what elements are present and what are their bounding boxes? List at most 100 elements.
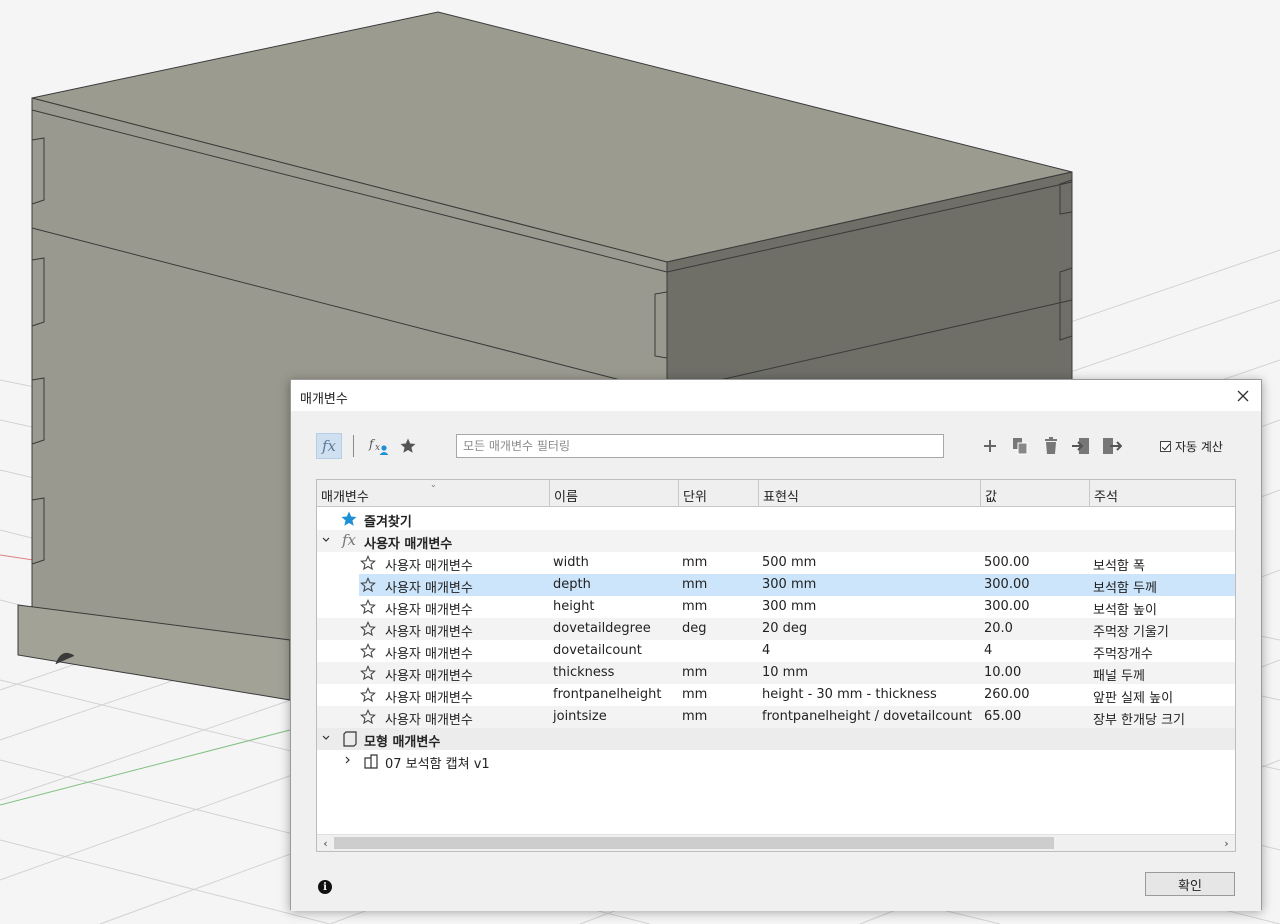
cell-unit[interactable]: mm bbox=[682, 709, 707, 724]
auto-calc-toggle[interactable]: 자동 계산 bbox=[1160, 438, 1223, 455]
favorite-star-outline-icon[interactable] bbox=[360, 665, 376, 681]
cell-expression[interactable]: 20 deg bbox=[762, 621, 807, 636]
cell-comment[interactable]: 보석함 높이 bbox=[1093, 599, 1157, 618]
export-icon bbox=[1103, 438, 1122, 454]
scrollbar-thumb[interactable] bbox=[334, 837, 1054, 849]
column-header-expression[interactable]: 표현식 bbox=[759, 480, 981, 507]
horizontal-scrollbar[interactable]: ‹ › bbox=[317, 834, 1235, 851]
cell-name[interactable]: width bbox=[553, 555, 589, 570]
cell-value: 300.00 bbox=[984, 599, 1030, 614]
table-row[interactable]: 사용자 매개변수 jointsize mm frontpanelheight /… bbox=[317, 706, 1235, 728]
copy-parameter-button[interactable] bbox=[1009, 435, 1031, 457]
cell-unit[interactable]: mm bbox=[682, 687, 707, 702]
cell-comment[interactable]: 보석함 두께 bbox=[1093, 577, 1157, 596]
cell-type: 사용자 매개변수 bbox=[385, 713, 473, 728]
scroll-right-icon[interactable]: › bbox=[1218, 835, 1235, 851]
cell-type: 사용자 매개변수 bbox=[385, 691, 473, 706]
cell-expression[interactable]: 10 mm bbox=[762, 665, 808, 680]
column-header-parameter[interactable]: 매개변수 ⌄ bbox=[317, 480, 550, 507]
cell-value: 4 bbox=[984, 643, 993, 658]
favorite-star-outline-icon[interactable] bbox=[360, 643, 376, 659]
auto-calc-checkbox[interactable] bbox=[1160, 441, 1171, 452]
cell-unit[interactable]: mm bbox=[682, 577, 707, 592]
scroll-left-icon[interactable]: ‹ bbox=[317, 835, 334, 851]
favorite-star-outline-icon[interactable] bbox=[360, 621, 376, 637]
cell-name[interactable]: depth bbox=[553, 577, 591, 592]
plus-icon bbox=[984, 440, 996, 452]
cell-comment[interactable]: 앞판 실제 높이 bbox=[1093, 687, 1173, 706]
cell-expression[interactable]: 300 mm bbox=[762, 577, 816, 592]
favorites-group-label: 즐겨찾기 bbox=[364, 515, 412, 530]
favorite-star-outline-icon[interactable] bbox=[360, 555, 376, 571]
sort-caret-icon: ⌄ bbox=[430, 480, 437, 489]
cell-expression[interactable]: 4 bbox=[762, 643, 770, 658]
table-row[interactable]: 사용자 매개변수 height mm 300 mm 300.00 보석함 높이 bbox=[317, 596, 1235, 618]
cell-comment[interactable]: 주먹장 기울기 bbox=[1093, 621, 1169, 640]
cell-name[interactable]: frontpanelheight bbox=[553, 687, 661, 702]
cell-type: 사용자 매개변수 bbox=[385, 625, 473, 640]
add-parameter-button[interactable] bbox=[979, 435, 1001, 457]
cell-comment[interactable]: 보석함 폭 bbox=[1093, 555, 1145, 574]
favorite-star-outline-icon[interactable] bbox=[360, 687, 376, 703]
favorites-filter-button[interactable] bbox=[397, 435, 419, 457]
fx-all-parameters-button[interactable]: fx bbox=[316, 433, 342, 459]
cell-name[interactable]: dovetaildegree bbox=[553, 621, 651, 636]
table-row[interactable]: 사용자 매개변수 dovetailcount 4 4 주먹장개수 bbox=[317, 640, 1235, 662]
cell-unit[interactable]: deg bbox=[682, 621, 707, 636]
cell-name[interactable]: jointsize bbox=[553, 709, 607, 724]
chevron-down-icon[interactable] bbox=[319, 532, 333, 548]
chevron-right-icon[interactable] bbox=[341, 752, 355, 768]
cell-name[interactable]: dovetailcount bbox=[553, 643, 642, 658]
column-header-comment[interactable]: 주석 bbox=[1090, 480, 1235, 507]
import-button[interactable] bbox=[1070, 435, 1092, 457]
user-params-group-label: 사용자 매개변수 bbox=[364, 537, 453, 552]
table-row[interactable]: 사용자 매개변수 thickness mm 10 mm 10.00 패널 두께 bbox=[317, 662, 1235, 684]
parameters-dialog: 매개변수 fx f x 모든 매개변수 필터링 자동 계산 매개변수 ⌄ 이름 … bbox=[290, 379, 1262, 911]
table-row-selected[interactable]: 사용자 매개변수 depth mm 300 mm 300.00 보석함 두께 bbox=[317, 574, 1235, 596]
delete-parameter-button[interactable] bbox=[1040, 435, 1062, 457]
cell-expression[interactable]: 500 mm bbox=[762, 555, 816, 570]
info-icon[interactable]: i bbox=[318, 880, 332, 894]
dialog-titlebar[interactable]: 매개변수 bbox=[291, 380, 1261, 411]
favorite-star-outline-icon[interactable] bbox=[360, 599, 376, 615]
component-icon bbox=[364, 754, 378, 769]
trash-icon bbox=[1045, 437, 1057, 454]
cell-comment[interactable]: 패널 두께 bbox=[1093, 665, 1145, 684]
cell-expression[interactable]: 300 mm bbox=[762, 599, 816, 614]
close-button[interactable] bbox=[1231, 384, 1255, 408]
cell-expression[interactable]: frontpanelheight / dovetailcount bbox=[762, 709, 972, 724]
chevron-down-icon[interactable] bbox=[319, 730, 333, 746]
cell-value: 260.00 bbox=[984, 687, 1030, 702]
import-icon bbox=[1072, 438, 1089, 454]
favorites-group-row[interactable]: 즐겨찾기 bbox=[317, 508, 1235, 530]
cell-expression[interactable]: height - 30 mm - thickness bbox=[762, 687, 937, 702]
cell-comment[interactable]: 주먹장개수 bbox=[1093, 643, 1153, 662]
export-button[interactable] bbox=[1101, 435, 1123, 457]
column-header-value[interactable]: 값 bbox=[981, 480, 1090, 507]
dialog-title: 매개변수 bbox=[300, 392, 348, 407]
cell-name[interactable]: thickness bbox=[553, 665, 614, 680]
favorites-star-icon bbox=[341, 511, 357, 526]
fx-user-parameters-button[interactable]: f x bbox=[367, 435, 391, 457]
table-row[interactable]: 사용자 매개변수 width mm 500 mm 500.00 보석함 폭 bbox=[317, 552, 1235, 574]
table-row[interactable]: 사용자 매개변수 frontpanelheight mm height - 30… bbox=[317, 684, 1235, 706]
cell-unit[interactable]: mm bbox=[682, 599, 707, 614]
cell-type: 사용자 매개변수 bbox=[385, 603, 473, 618]
cell-name[interactable]: height bbox=[553, 599, 594, 614]
user-params-group-row[interactable]: fx 사용자 매개변수 bbox=[317, 530, 1235, 552]
favorite-star-outline-icon[interactable] bbox=[360, 577, 376, 593]
filter-input[interactable] bbox=[456, 434, 944, 458]
model-item-row[interactable]: 07 보석함 캡쳐 v1 bbox=[317, 750, 1235, 772]
column-header-name[interactable]: 이름 bbox=[550, 480, 679, 507]
favorite-star-outline-icon[interactable] bbox=[360, 709, 376, 725]
cell-comment[interactable]: 장부 한개당 크기 bbox=[1093, 709, 1185, 728]
table-row[interactable]: 사용자 매개변수 dovetaildegree deg 20 deg 20.0 … bbox=[317, 618, 1235, 640]
cell-unit[interactable]: mm bbox=[682, 665, 707, 680]
toolbar-divider bbox=[353, 435, 354, 457]
model-params-group-row[interactable]: 모형 매개변수 bbox=[317, 728, 1235, 750]
ok-button[interactable]: 확인 bbox=[1145, 872, 1235, 896]
parameters-table: 매개변수 ⌄ 이름 단위 표현식 값 주석 즐겨찾기 fx 사용자 매개변수 사… bbox=[316, 479, 1236, 852]
cell-unit[interactable]: mm bbox=[682, 555, 707, 570]
cell-value: 20.0 bbox=[984, 621, 1013, 636]
column-header-unit[interactable]: 단위 bbox=[679, 480, 759, 507]
